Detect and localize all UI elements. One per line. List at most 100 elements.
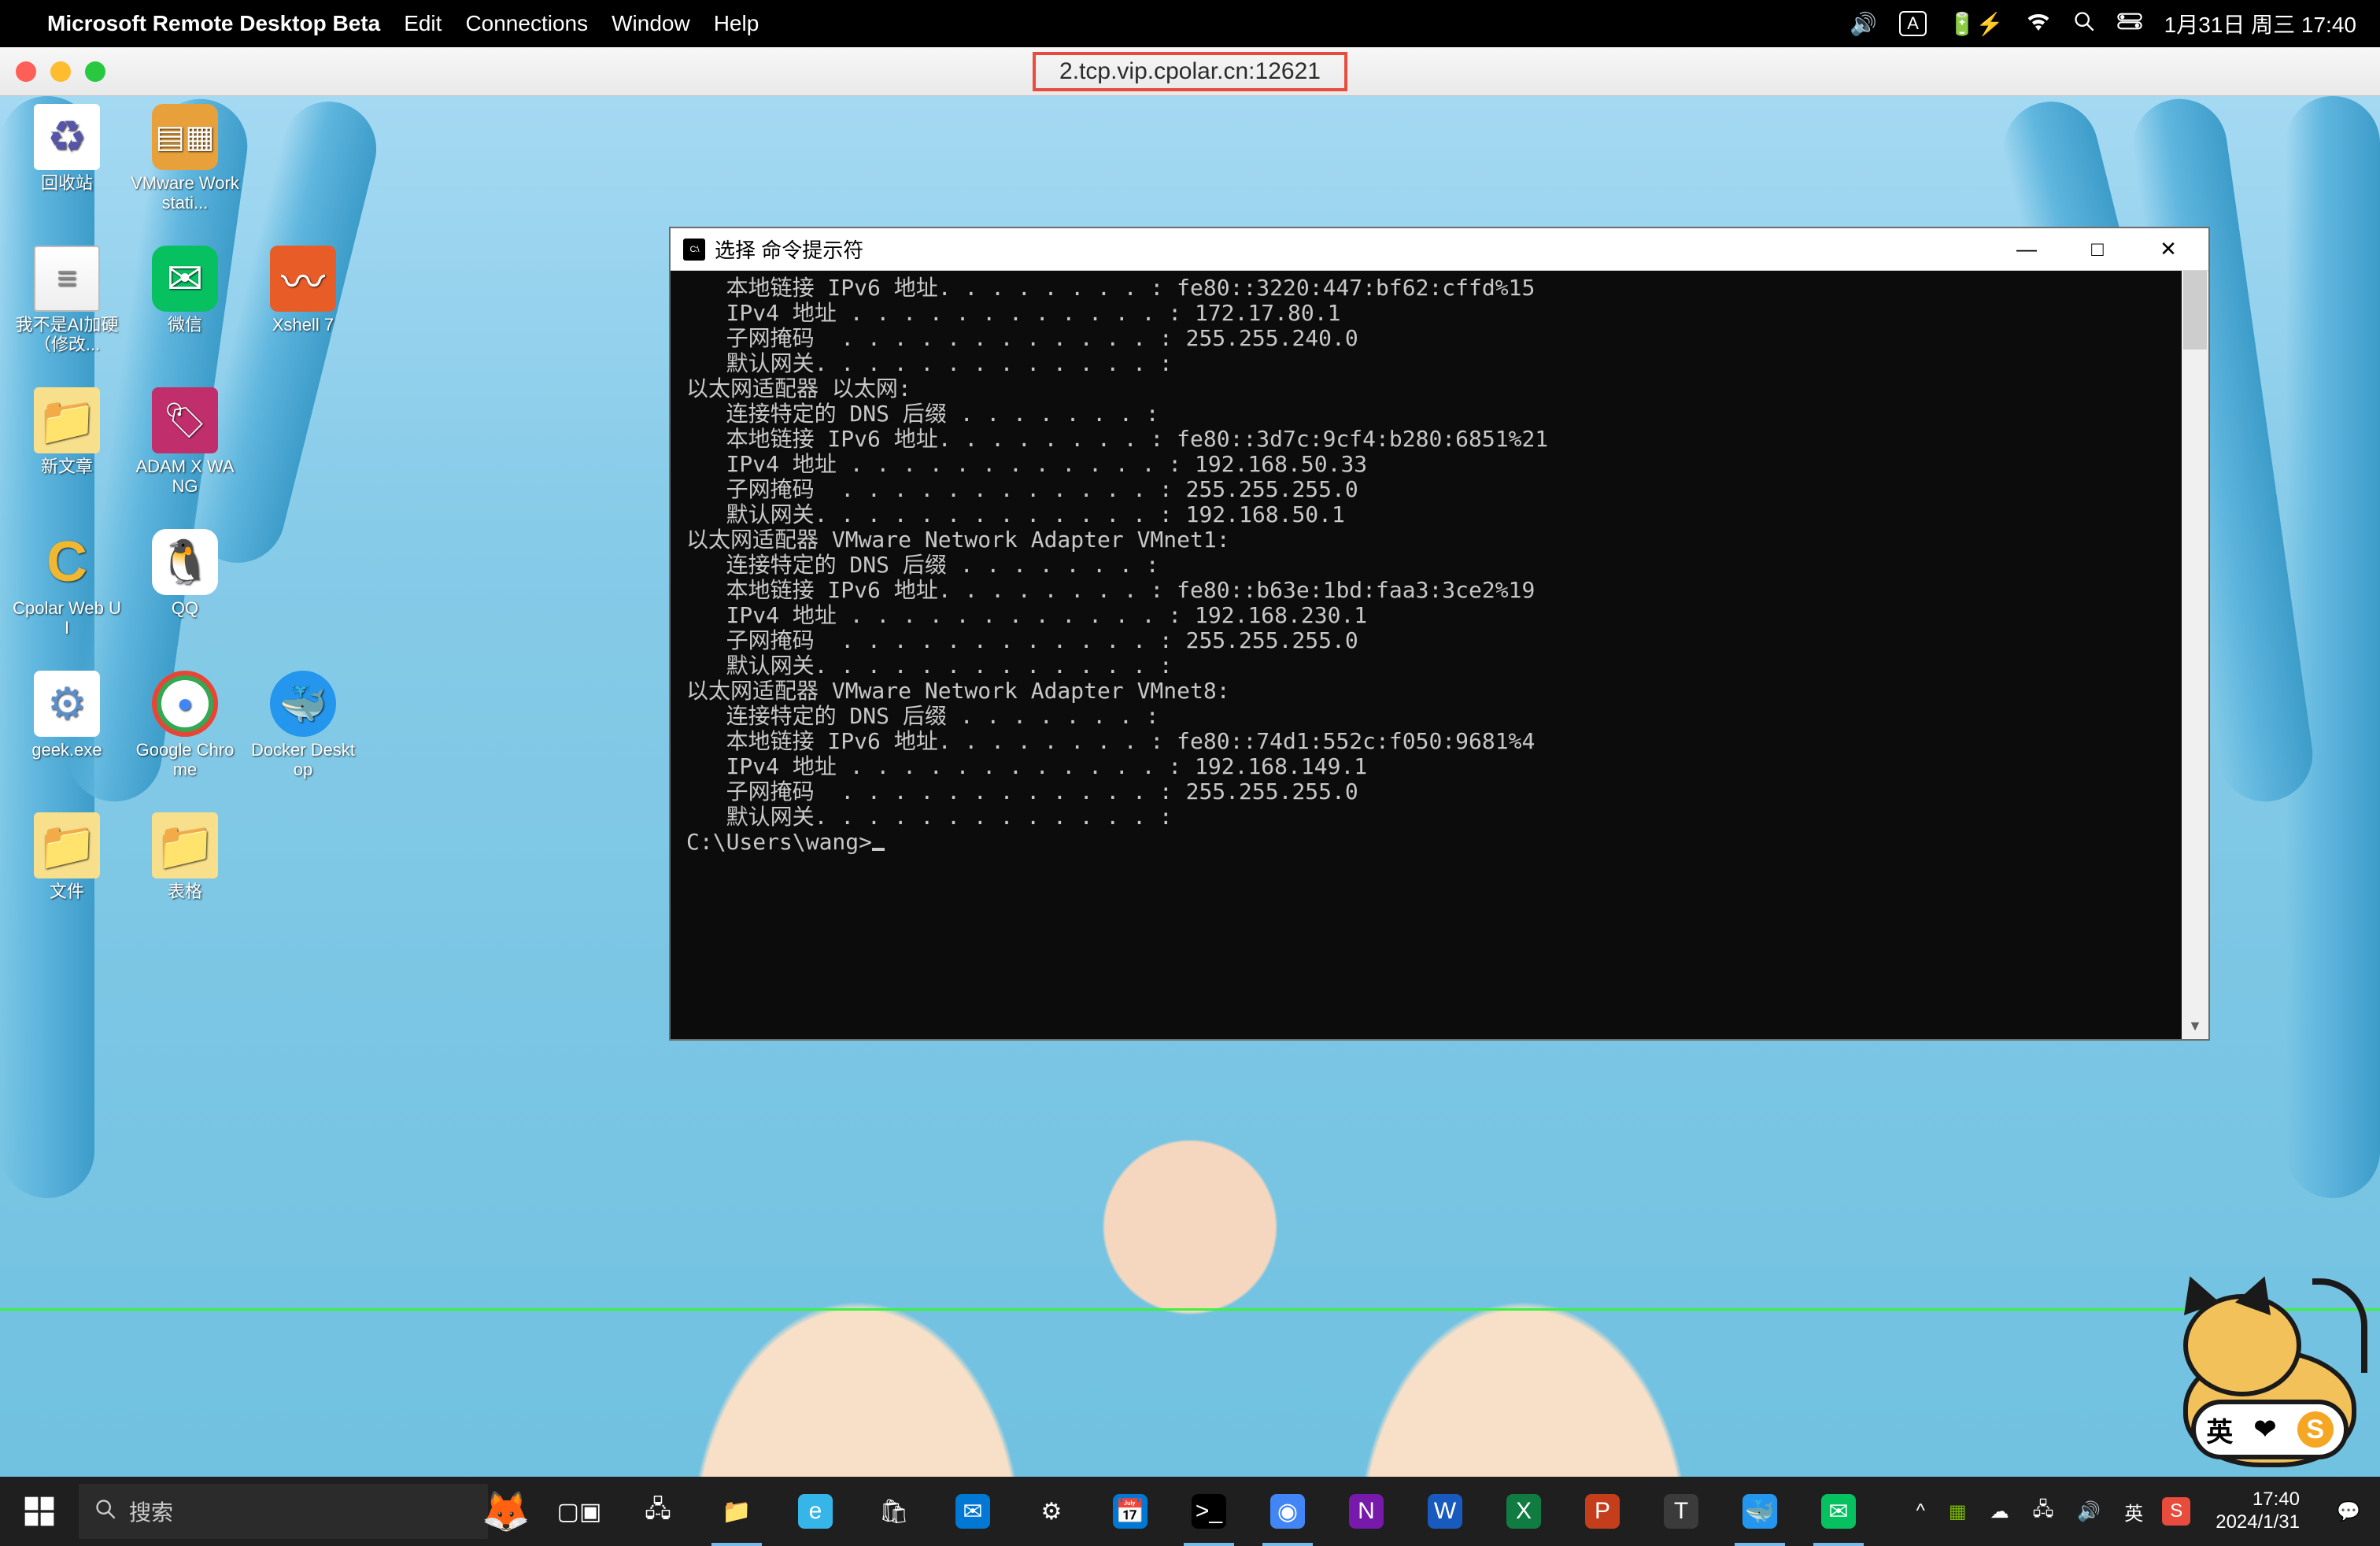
taskbar-chrome[interactable]: ◉ <box>1250 1477 1325 1546</box>
spotlight-icon[interactable] <box>2073 10 2095 38</box>
desktop-icon-label: 我不是AI加硬（修改... <box>12 315 122 355</box>
sogou-s-icon: S <box>2297 1411 2334 1448</box>
mac-datetime[interactable]: 1月31日 周三 17:40 <box>2164 8 2356 39</box>
taskbar-network-panel[interactable]: 🖧 <box>620 1477 696 1546</box>
battery-icon[interactable]: 🔋⚡ <box>1949 11 2004 37</box>
taskbar-task-view[interactable]: ▢▣ <box>541 1477 617 1546</box>
tray-sogou-icon[interactable]: S <box>2162 1497 2190 1526</box>
control-center-icon[interactable] <box>2117 11 2142 36</box>
clock-time: 17:40 <box>2216 1489 2300 1511</box>
taskbar-clock[interactable]: 17:40 2024/1/31 <box>2204 1489 2311 1534</box>
tray-volume-icon[interactable]: 🔊 <box>2072 1477 2105 1546</box>
mail-icon: ✉ <box>955 1494 990 1529</box>
cmd-scrollbar[interactable]: ▲ ▼ <box>2182 271 2208 1039</box>
cmd-line: 默认网关. . . . . . . . . . . . . : <box>686 653 2193 679</box>
desktop-icon-label: geek.exe <box>31 740 102 760</box>
minimize-window-icon[interactable] <box>50 61 71 82</box>
desktop-icon-files-folder[interactable]: 文件 <box>8 812 126 946</box>
remote-desktop-title: 2.tcp.vip.cpolar.cn:12621 <box>1059 58 1321 84</box>
taskbar-search[interactable]: 搜索 <box>79 1484 488 1539</box>
volume-icon[interactable]: 🔊 <box>1850 11 1877 37</box>
desktop-icon-label: 文件 <box>50 882 84 901</box>
desktop-icon-recycle-bin[interactable]: 回收站 <box>8 104 126 238</box>
xshell7-icon <box>270 246 336 312</box>
taskbar-calendar[interactable]: 📅 <box>1092 1477 1168 1546</box>
excel-icon: X <box>1506 1494 1541 1529</box>
mac-menu-help[interactable]: Help <box>714 11 759 36</box>
calendar-icon: 📅 <box>1113 1494 1148 1529</box>
input-source-indicator[interactable]: A <box>1899 11 1927 36</box>
mac-menu-edit[interactable]: Edit <box>404 11 442 36</box>
cmd-output[interactable]: 本地链接 IPv6 地址. . . . . . . . : fe80::3220… <box>671 271 2208 1039</box>
desktop-icon-ai-note-txt[interactable]: 我不是AI加硬（修改... <box>8 246 126 379</box>
new-article-icon <box>34 387 100 453</box>
terminal-icon: >_ <box>1192 1494 1226 1529</box>
files-folder-icon <box>34 812 100 878</box>
taskbar-mail[interactable]: ✉ <box>935 1477 1011 1546</box>
docker-desktop-icon <box>270 671 336 737</box>
start-button[interactable] <box>0 1477 79 1546</box>
scrollbar-arrow-down-icon[interactable]: ▼ <box>2182 1012 2208 1039</box>
settings-icon: ⚙ <box>1034 1494 1069 1529</box>
taskbar-file-explorer[interactable]: 📁 <box>699 1477 774 1546</box>
cmd-line: 子网掩码 . . . . . . . . . . . . : 255.255.2… <box>686 477 2193 502</box>
system-tray: ^ ▦ ☁ 🖧 🔊 英 S 17:40 2024/1/31 💬 <box>1912 1477 2380 1546</box>
taskbar-terminal[interactable]: >_ <box>1171 1477 1247 1546</box>
cmd-line: IPv4 地址 . . . . . . . . . . . . : 192.16… <box>686 754 2193 779</box>
cmd-line: 子网掩码 . . . . . . . . . . . . : 255.255.2… <box>686 628 2193 653</box>
taskbar-docker[interactable]: 🐳 <box>1722 1477 1798 1546</box>
taskbar-wechat-task[interactable]: ✉ <box>1801 1477 1876 1546</box>
tray-overflow-icon[interactable]: ^ <box>1912 1477 1930 1546</box>
cmd-line: 以太网适配器 VMware Network Adapter VMnet8: <box>686 679 2193 704</box>
desktop-icon-docker-desktop[interactable]: Docker Desktop <box>244 671 362 804</box>
desktop-icon-geek-exe[interactable]: geek.exe <box>8 671 126 804</box>
fullscreen-window-icon[interactable] <box>85 61 105 82</box>
geek-exe-icon <box>34 671 100 737</box>
search-highlight-icon[interactable] <box>479 1484 534 1539</box>
taskbar-excel[interactable]: X <box>1486 1477 1561 1546</box>
desktop-icon-new-article[interactable]: 新文章 <box>8 387 126 521</box>
cmd-minimize-button[interactable]: — <box>1991 231 2062 268</box>
action-center-icon[interactable]: 💬 <box>2325 1477 2372 1546</box>
taskbar-onenote[interactable]: N <box>1329 1477 1404 1546</box>
taskbar-powerpoint[interactable]: P <box>1565 1477 1640 1546</box>
desktop-icon-xshell7[interactable]: Xshell 7 <box>244 246 362 379</box>
cmd-window[interactable]: 选择 命令提示符 — □ ✕ 本地链接 IPv6 地址. . . . . . .… <box>669 227 2210 1041</box>
scrollbar-thumb[interactable] <box>2183 271 2207 350</box>
desktop-icon-qq[interactable]: QQ <box>126 529 244 663</box>
desktop-icon-tables-folder[interactable]: 表格 <box>126 812 244 946</box>
chrome-icon: ◉ <box>1270 1494 1305 1529</box>
desktop-icon-adam-x-wang[interactable]: ADAM X WANG <box>126 387 244 521</box>
cmd-maximize-button[interactable]: □ <box>2062 231 2133 268</box>
desktop-icon-label: ADAM X WANG <box>130 457 240 497</box>
close-window-icon[interactable] <box>16 61 36 82</box>
cmd-line: 以太网适配器 以太网: <box>686 376 2193 401</box>
wifi-icon[interactable] <box>2026 11 2051 36</box>
cmd-close-button[interactable]: ✕ <box>2133 231 2204 268</box>
cmd-line: IPv4 地址 . . . . . . . . . . . . : 192.16… <box>686 452 2193 477</box>
taskbar-todo[interactable]: T <box>1643 1477 1719 1546</box>
cmd-line: 本地链接 IPv6 地址. . . . . . . . : fe80::74d1… <box>686 729 2193 754</box>
mac-menu-window[interactable]: Window <box>612 11 690 36</box>
mac-menu-connections[interactable]: Connections <box>465 11 588 36</box>
mac-menubar: Microsoft Remote Desktop Beta Edit Conne… <box>0 0 2380 47</box>
todo-icon: T <box>1664 1494 1698 1529</box>
ime-mascot-pill[interactable]: 英 ❤ S <box>2191 1400 2349 1459</box>
desktop-icon-cpolar-web-ui[interactable]: Cpolar Web UI <box>8 529 126 663</box>
desktop-icon-vmware[interactable]: VMware Workstati... <box>126 104 244 238</box>
taskbar-edge[interactable]: e <box>778 1477 853 1546</box>
taskbar-ms-store[interactable]: 🛍 <box>856 1477 932 1546</box>
desktop-icon-wechat[interactable]: 微信 <box>126 246 244 379</box>
tray-network-icon[interactable]: 🖧 <box>2028 1477 2059 1546</box>
cmd-titlebar[interactable]: 选择 命令提示符 — □ ✕ <box>671 228 2208 271</box>
tray-ime-lang[interactable]: 英 <box>2119 1477 2148 1546</box>
taskbar-settings[interactable]: ⚙ <box>1014 1477 1089 1546</box>
desktop-icon-label: Cpolar Web UI <box>12 598 122 638</box>
search-icon <box>94 1498 116 1526</box>
taskbar-word[interactable]: W <box>1407 1477 1483 1546</box>
tray-nvidia-icon[interactable]: ▦ <box>1944 1477 1972 1546</box>
ime-mascot[interactable]: 英 ❤ S <box>2136 1263 2356 1467</box>
mac-app-name[interactable]: Microsoft Remote Desktop Beta <box>47 11 380 36</box>
tray-onedrive-icon[interactable]: ☁ <box>1986 1477 2014 1546</box>
desktop-icon-google-chrome[interactable]: Google Chrome <box>126 671 244 804</box>
